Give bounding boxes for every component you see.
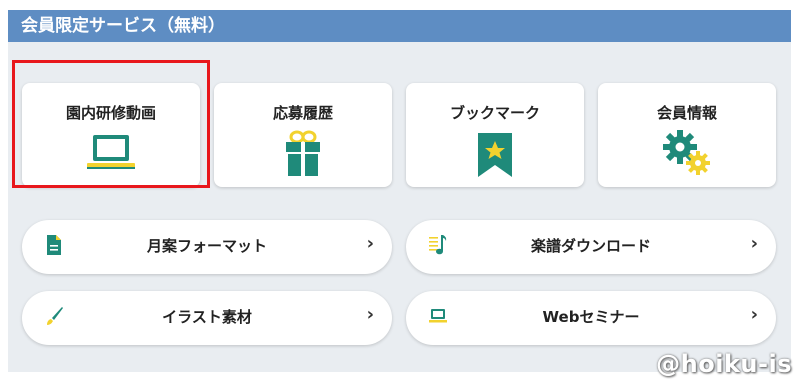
link-monthly-plan-format[interactable]: 月案フォーマット › [22,220,392,274]
watermark: @hoiku-is [656,350,792,378]
bookmark-star-icon [478,133,512,177]
chevron-right-icon: › [366,304,374,325]
gears-icon [663,130,710,175]
card-member-info[interactable]: 会員情報 [598,83,776,187]
link-illustration-materials[interactable]: イラスト素材 › [22,291,392,345]
link-label: Webセミナー [542,308,640,326]
chevron-right-icon: › [750,304,758,325]
link-label: 月案フォーマット [146,237,267,255]
gift-icon [286,130,320,176]
chevron-right-icon: › [750,233,758,254]
section-header: 会員限定サービス（無料） [8,10,791,42]
link-web-seminar[interactable]: Webセミナー › [406,291,776,345]
link-label: イラスト素材 [162,308,252,326]
link-sheet-music-download[interactable]: 楽譜ダウンロード › [406,220,776,274]
card-label: 会員情報 [656,104,717,122]
card-label: 応募履歴 [272,104,333,122]
card-bookmarks[interactable]: ブックマーク [406,83,584,187]
highlight-box [12,60,210,188]
link-label: 楽譜ダウンロード [530,237,651,255]
card-label: ブックマーク [449,104,540,122]
card-application-history[interactable]: 応募履歴 [214,83,392,187]
chevron-right-icon: › [366,233,374,254]
